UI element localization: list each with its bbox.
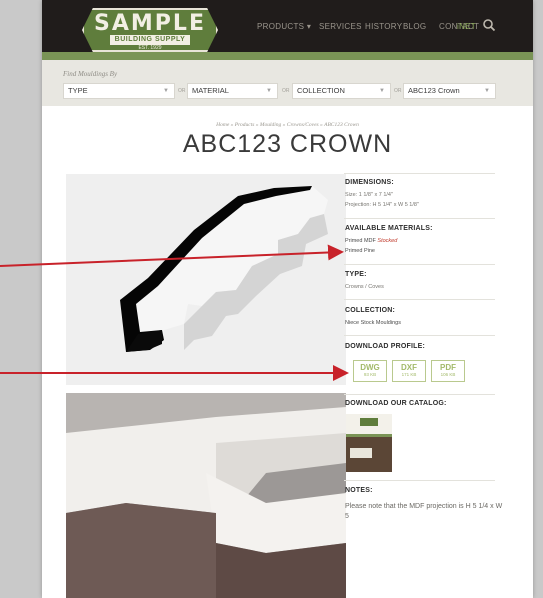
type-value: Crowns / Coves xyxy=(345,284,384,290)
top-navigation-bar: SAMPLE BUILDING SUPPLY EST. 1929 PRODUCT… xyxy=(42,0,533,52)
logo-subtitle: BUILDING SUPPLY xyxy=(110,35,190,45)
product-select[interactable]: ABC123 Crown ▼ xyxy=(403,83,496,99)
download-dwg-button[interactable]: DWG 93 KB xyxy=(353,360,387,382)
nav-inet[interactable]: iNET xyxy=(457,22,476,31)
nav-services[interactable]: SERVICES xyxy=(319,22,362,31)
logo-est: EST. 1929 xyxy=(138,45,162,51)
chevron-down-icon: ▼ xyxy=(163,88,169,94)
product-page: SAMPLE BUILDING SUPPLY EST. 1929 PRODUCT… xyxy=(42,0,533,598)
file-size: 106 KB xyxy=(440,372,456,377)
type-heading: TYPE: xyxy=(345,271,367,278)
materials-heading: AVAILABLE MATERIALS: xyxy=(345,225,433,232)
type-select[interactable]: TYPE ▼ xyxy=(63,83,175,99)
filter-bar: Find Mouldings By TYPE ▼ OR MATERIAL ▼ OR … xyxy=(42,60,533,106)
or-label: OR xyxy=(282,88,290,94)
catalog-logo xyxy=(360,418,378,426)
file-format: DWG xyxy=(360,363,380,372)
catalog-image xyxy=(350,448,372,458)
notes-heading: NOTES: xyxy=(345,487,373,494)
collection-heading: COLLECTION: xyxy=(345,307,396,314)
divider xyxy=(344,335,495,336)
catalog-thumbnail[interactable] xyxy=(346,414,392,472)
nav-history[interactable]: HISTORY xyxy=(365,22,402,31)
download-profile-heading: DOWNLOAD PROFILE: xyxy=(345,343,426,350)
divider xyxy=(344,218,495,219)
dimensions-projection: Projection: H 5 1/4" x W 5 1/8" xyxy=(345,202,419,208)
download-dxf-button[interactable]: DXF 171 KB xyxy=(392,360,426,382)
or-label: OR xyxy=(178,88,186,94)
divider xyxy=(344,264,495,265)
product-select-value: ABC123 Crown xyxy=(408,86,460,95)
type-select-value: TYPE xyxy=(68,86,88,95)
divider xyxy=(344,394,495,395)
catalog-stripe xyxy=(346,434,392,437)
stocked-badge: Stocked xyxy=(377,238,398,244)
divider xyxy=(344,480,495,481)
material-select-value: MATERIAL xyxy=(192,86,229,95)
search-icon[interactable] xyxy=(482,18,496,32)
chevron-down-icon: ▼ xyxy=(266,88,272,94)
dimensions-heading: DIMENSIONS: xyxy=(345,179,394,186)
dimensions-size: Size: 1 1/8" x 7 1/4" xyxy=(345,192,393,198)
site-logo[interactable]: SAMPLE BUILDING SUPPLY EST. 1929 xyxy=(82,8,218,56)
installed-crown-photo xyxy=(66,393,346,598)
divider xyxy=(344,299,495,300)
collection-value: Niece Stock Mouldings xyxy=(345,320,401,326)
moulding-profile-image xyxy=(66,174,346,385)
or-label: OR xyxy=(394,88,402,94)
page-title: ABC123 CROWN xyxy=(182,130,393,158)
nav-products[interactable]: PRODUCTS ▾ xyxy=(257,22,311,31)
nav-blog[interactable]: BLOG xyxy=(403,22,426,31)
file-size: 93 KB xyxy=(363,372,377,377)
material-primed-mdf: Primed MDF xyxy=(345,238,376,244)
breadcrumb[interactable]: Home » Products » Moulding » Crowns/Cove… xyxy=(42,122,533,128)
material-item: Primed MDF Stocked xyxy=(345,238,397,244)
logo-title: SAMPLE xyxy=(94,11,206,36)
chevron-down-icon: ▼ xyxy=(379,88,385,94)
collection-select-value: COLLECTION xyxy=(297,86,345,95)
divider xyxy=(344,173,495,174)
file-format: DXF xyxy=(401,363,417,372)
chevron-down-icon: ▼ xyxy=(484,88,490,94)
file-size: 171 KB xyxy=(401,372,417,377)
catalog-heading: DOWNLOAD OUR CATALOG: xyxy=(345,400,447,407)
filter-label: Find Mouldings By xyxy=(63,70,118,78)
material-primed-pine: Primed Pine xyxy=(345,248,375,254)
material-select[interactable]: MATERIAL ▼ xyxy=(187,83,278,99)
accent-stripe xyxy=(42,52,533,60)
notes-text: Please note that the MDF projection is H… xyxy=(345,503,503,520)
collection-select[interactable]: COLLECTION ▼ xyxy=(292,83,391,99)
file-format: PDF xyxy=(440,363,456,372)
download-pdf-button[interactable]: PDF 106 KB xyxy=(431,360,465,382)
